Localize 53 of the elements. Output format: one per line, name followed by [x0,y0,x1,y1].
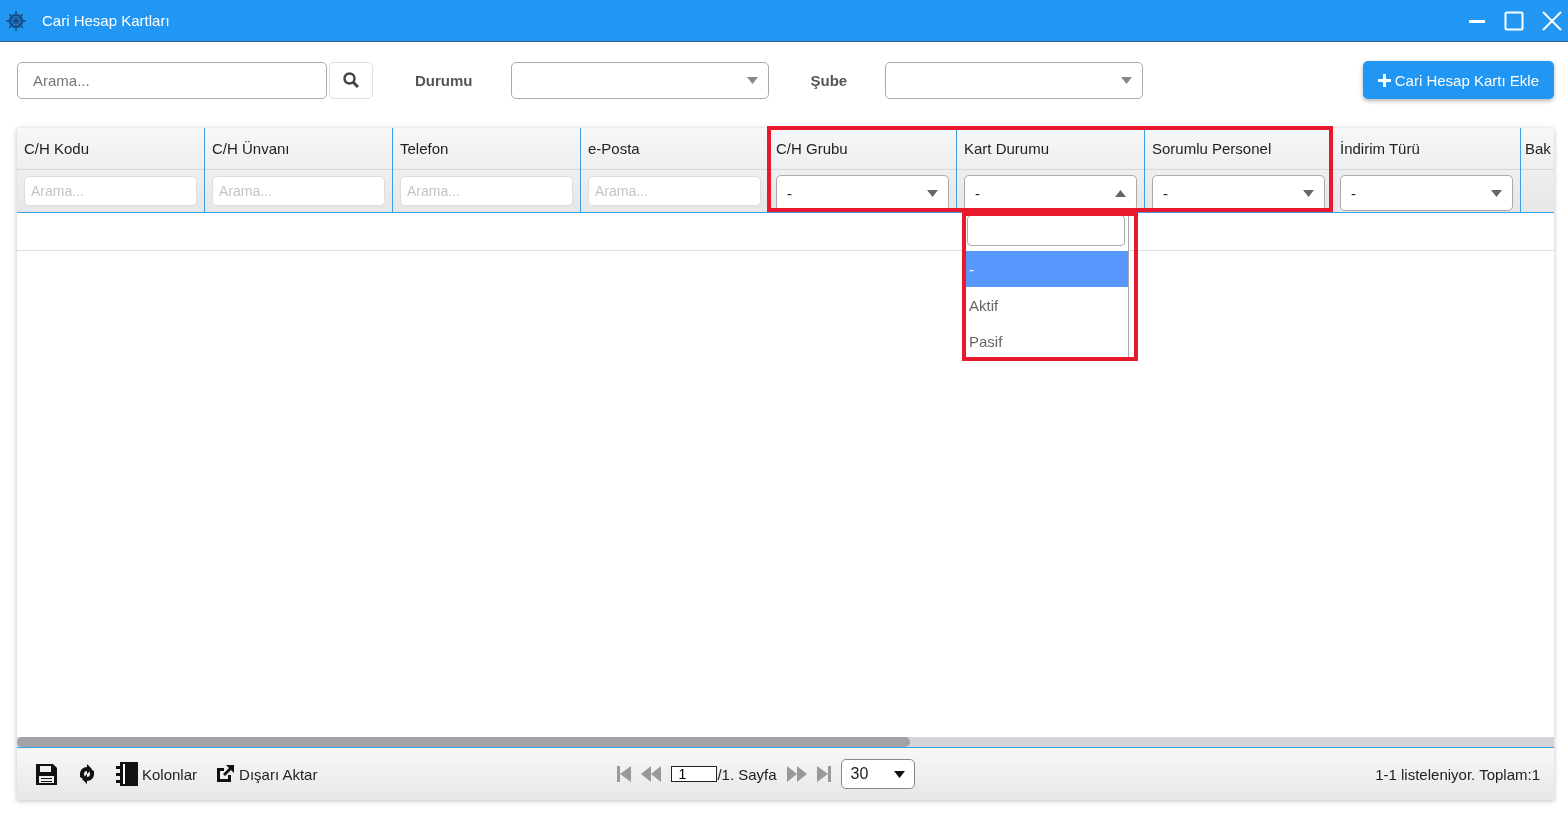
filter-input[interactable]: Arama... [588,176,761,206]
dropdown-search-field[interactable] [967,215,1125,246]
caret-icon [746,76,758,84]
search-field[interactable]: Arama... [17,61,327,99]
caret-icon [1303,189,1314,197]
column-header[interactable]: Kart Durumu [957,128,1144,170]
first-page-icon[interactable] [617,766,632,782]
ship-wheel-icon [6,10,26,31]
column-header[interactable]: C/H Kodu [17,128,204,170]
page-label: /1. Sayfa [717,765,777,783]
filter-input[interactable]: Arama... [24,176,197,206]
filter-select[interactable]: - [1152,175,1325,211]
column-header[interactable]: İndirim Türü [1333,128,1520,170]
last-page-icon[interactable] [816,766,831,782]
columns-tool-button[interactable]: Kolonlar [116,762,198,786]
close-icon[interactable] [1542,10,1562,31]
save-tool-button[interactable] [35,762,58,786]
export-tool-button[interactable]: Dışarı Aktar [215,764,318,784]
page-input[interactable]: 1 [671,766,718,782]
search-icon [343,72,359,88]
caret-icon [1121,76,1133,84]
filter-select[interactable]: - [964,175,1137,211]
dropdown-option[interactable]: Pasif [964,323,1128,359]
plus-icon [1377,73,1391,87]
dropdown-field[interactable] [885,61,1144,99]
column-header[interactable]: C/H Grubu [769,128,956,170]
page-size-select[interactable]: 30 [840,759,915,789]
column-header[interactable]: Telefon [393,128,580,170]
save-icon [35,762,58,786]
column-header[interactable]: Sorumlu Personel [1145,128,1332,170]
filter-select[interactable]: - [776,175,949,211]
filter-label: Durumu [415,71,473,89]
dropdown-field[interactable] [510,61,769,99]
record-summary: 1-1 listeleniyor. Toplam:1 [1375,765,1540,783]
search-button[interactable] [329,61,373,99]
caret-icon [893,770,905,778]
notebook-icon [116,762,138,786]
caret-icon [927,189,938,197]
next-page-icon[interactable] [786,766,807,782]
previous-page-icon[interactable] [641,766,662,782]
scrollbar-thumb[interactable] [17,737,910,747]
export-icon [215,764,236,784]
dropdown-option[interactable]: Aktif [964,287,1128,323]
filter-label: Şube [810,71,848,89]
caret-icon [1115,189,1126,197]
column-header[interactable]: C/H Ünvanı [205,128,392,170]
caret-icon [1491,189,1502,197]
column-header[interactable]: e-Posta [581,128,768,170]
maximize-icon[interactable] [1504,10,1524,31]
filter-input[interactable]: Arama... [212,176,385,206]
filter-select[interactable]: - [1340,175,1513,211]
filter-input[interactable]: Arama... [400,176,573,206]
window-title: Cari Hesap Kartları [42,12,171,29]
